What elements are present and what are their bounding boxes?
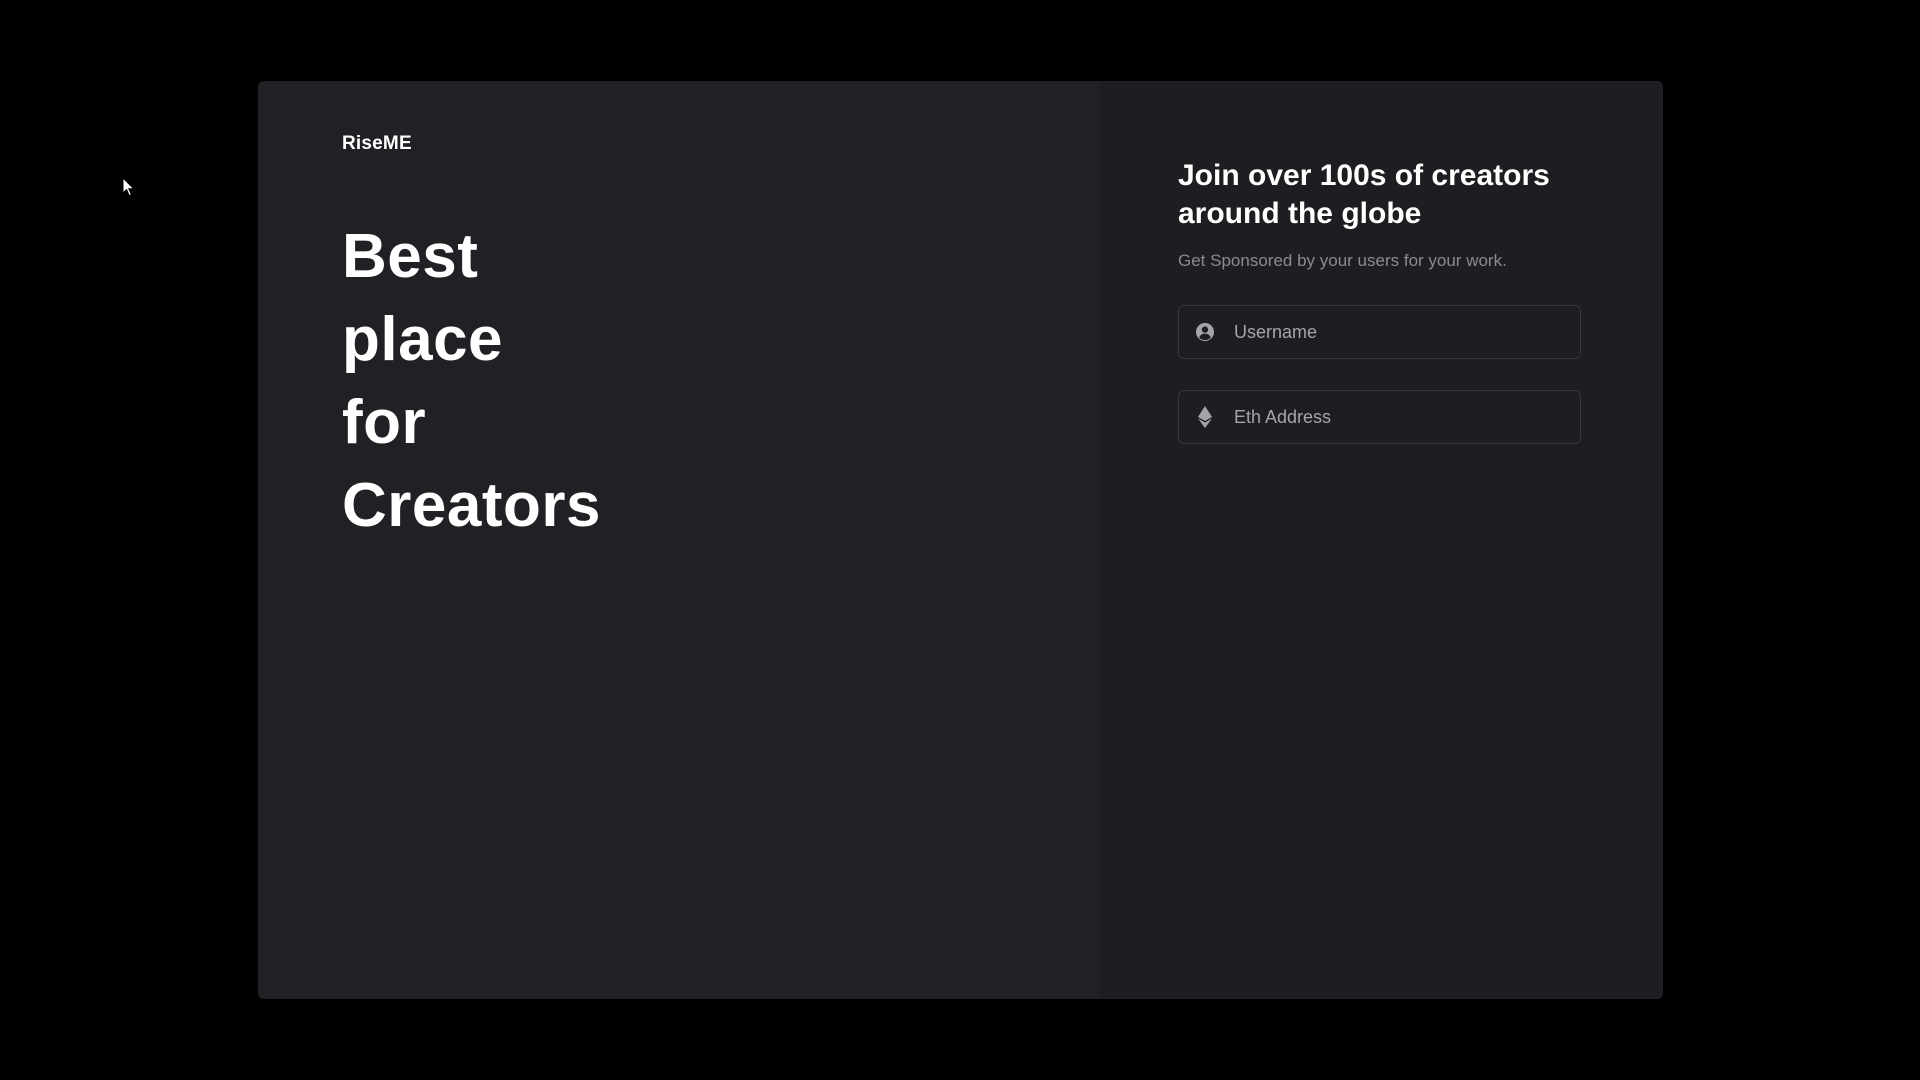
signup-panel: Join over 100s of creators around the gl…: [1100, 81, 1663, 999]
hero-heading: Best place for Creators: [342, 215, 601, 547]
mouse-cursor-icon: [122, 177, 136, 197]
ethereum-icon: [1195, 406, 1215, 428]
signup-subtitle: Get Sponsored by your users for your wor…: [1178, 251, 1507, 270]
landing-card: RiseME Best place for Creators Join over…: [258, 81, 1663, 999]
eth-address-field[interactable]: [1178, 390, 1581, 444]
brand-logo[interactable]: RiseME: [342, 133, 412, 155]
hero-line: Best: [342, 222, 479, 291]
hero-line: place: [342, 305, 504, 374]
user-circle-icon: [1195, 322, 1215, 342]
username-input[interactable]: [1232, 320, 1568, 344]
eth-address-input[interactable]: [1232, 405, 1568, 429]
hero-line: for: [342, 388, 427, 457]
username-field[interactable]: [1178, 305, 1581, 359]
hero-line: Creators: [342, 471, 601, 540]
signup-title: Join over 100s of creators around the gl…: [1178, 159, 1550, 230]
hero-panel: RiseME Best place for Creators: [258, 81, 1100, 999]
